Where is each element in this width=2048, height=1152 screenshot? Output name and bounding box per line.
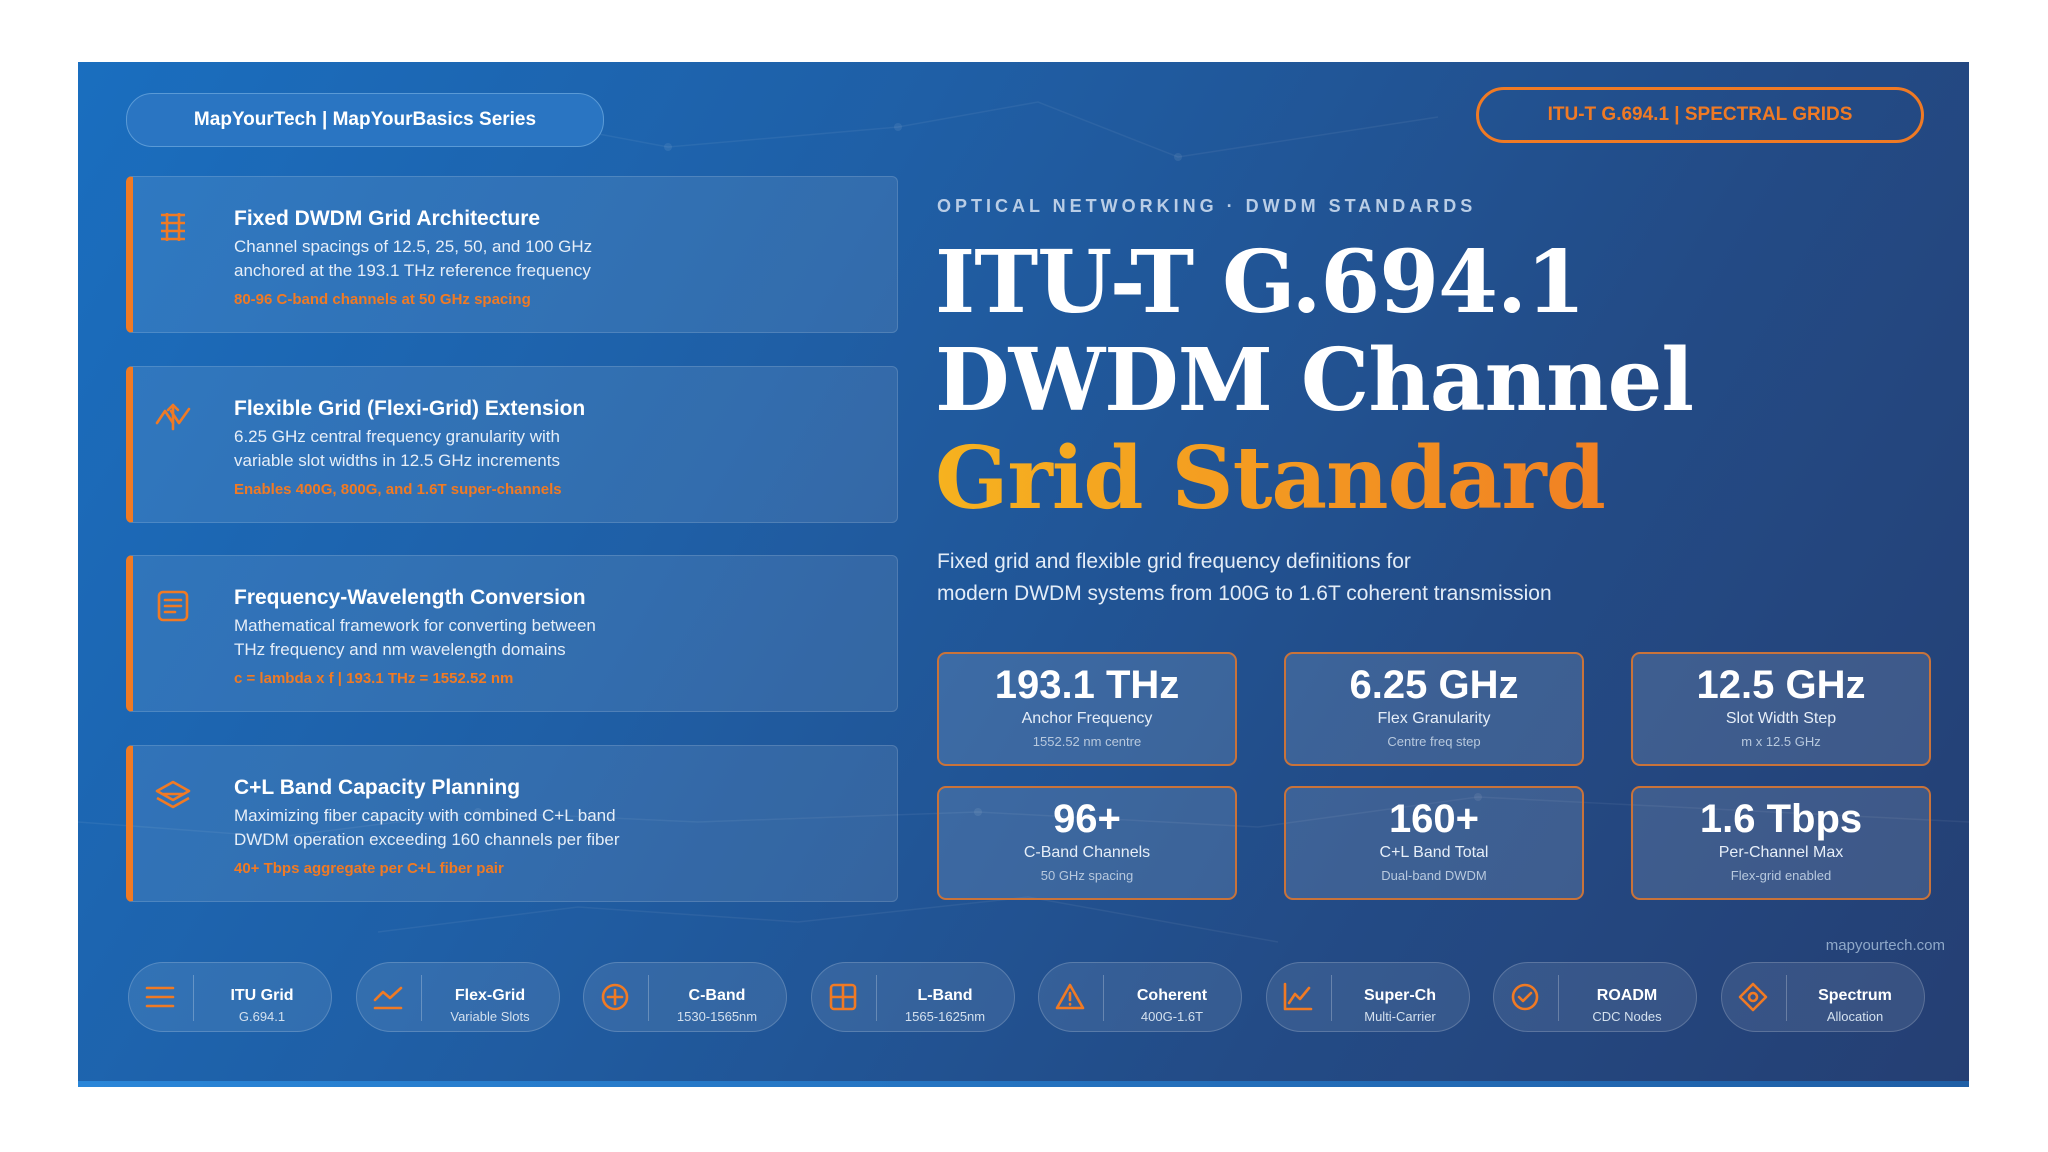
slide-canvas: MapYourTech | MapYourBasics Series ITU-T…: [78, 62, 1969, 1087]
chip-coherent: Coherent 400G-1.6T: [1038, 962, 1242, 1032]
square-grid-icon: [829, 983, 857, 1011]
chip-subtitle: Allocation: [1826, 1009, 1884, 1024]
card-description: Maximizing fiber capacity with combined …: [234, 806, 620, 849]
chip-title: C-Band: [688, 987, 746, 1004]
grid-icon: [161, 213, 185, 241]
stat-label: C+L Band Total: [1379, 844, 1489, 861]
diamond-icon: [1738, 982, 1768, 1012]
trend-chart-icon: [1283, 982, 1313, 1011]
card-title: C+L Band Capacity Planning: [234, 776, 521, 799]
layers-icon: [155, 780, 191, 809]
stat-sublabel: Centre freq step: [1387, 734, 1481, 749]
stat-sublabel: m x 12.5 GHz: [1741, 734, 1821, 749]
card-title: Frequency-Wavelength Conversion: [234, 586, 586, 609]
stat-slot-width-step: 12.5 GHz Slot Width Step m x 12.5 GHz: [1631, 652, 1931, 766]
stat-label: C-Band Channels: [1023, 844, 1151, 861]
chip-flex-grid: Flex-Grid Variable Slots: [356, 962, 560, 1032]
website-credit: mapyourtech.com: [1825, 937, 1945, 954]
chip-subtitle: CDC Nodes: [1592, 1009, 1662, 1024]
chip-subtitle: 400G-1.6T: [1140, 1009, 1204, 1024]
stat-sublabel: 50 GHz spacing: [1040, 868, 1134, 883]
card-highlight: 80-96 C-band channels at 50 GHz spacing: [234, 291, 531, 308]
chip-title: ROADM: [1596, 987, 1658, 1004]
card-description: Mathematical framework for converting be…: [234, 616, 596, 659]
stat-label: Slot Width Step: [1725, 710, 1837, 727]
card-title: Flexible Grid (Flexi-Grid) Extension: [234, 397, 586, 420]
stat-value: 96+: [1053, 797, 1121, 841]
card-highlight: c = lambda x f | 193.1 THz = 1552.52 nm: [234, 670, 514, 687]
card-description: Channel spacings of 12.5, 25, 50, and 10…: [234, 237, 593, 280]
stat-cl-band-total: 160+ C+L Band Total Dual-band DWDM: [1284, 786, 1584, 900]
stat-sublabel: Dual-band DWDM: [1381, 868, 1487, 883]
menu-lines-icon: [145, 986, 175, 1008]
stat-flex-granularity: 6.25 GHz Flex Granularity Centre freq st…: [1284, 652, 1584, 766]
chip-roadm: ROADM CDC Nodes: [1493, 962, 1697, 1032]
card-highlight: Enables 400G, 800G, and 1.6T super-chann…: [234, 481, 562, 498]
stat-value: 193.1 THz: [994, 663, 1180, 707]
chip-title: Coherent: [1136, 987, 1208, 1004]
chip-spectrum: Spectrum Allocation: [1721, 962, 1925, 1032]
feature-card-flexi-grid: Flexible Grid (Flexi-Grid) Extension 6.2…: [126, 366, 898, 523]
chip-title: L-Band: [917, 987, 973, 1004]
card-title: Fixed DWDM Grid Architecture: [234, 207, 541, 230]
stat-sublabel: 1552.52 nm centre: [1032, 734, 1142, 749]
title-line-1: ITU-T G.694.1: [935, 232, 1586, 333]
stat-value: 12.5 GHz: [1696, 663, 1866, 707]
feature-card-conversion: Frequency-Wavelength Conversion Mathemat…: [126, 555, 898, 712]
title-line-2: DWDM Channel: [935, 330, 1694, 431]
standard-tag-pill: ITU-T G.694.1 | SPECTRAL GRIDS: [1476, 87, 1924, 143]
stat-anchor-frequency: 193.1 THz Anchor Frequency 1552.52 nm ce…: [937, 652, 1237, 766]
card-description: 6.25 GHz central frequency granularity w…: [234, 427, 560, 470]
chip-title: Flex-Grid: [454, 987, 526, 1004]
stat-label: Flex Granularity: [1377, 710, 1491, 727]
document-icon: [157, 590, 189, 622]
feature-card-capacity: C+L Band Capacity Planning Maximizing fi…: [126, 745, 898, 902]
subtitle: Fixed grid and flexible grid frequency d…: [937, 550, 1552, 605]
chip-subtitle: 1530-1565nm: [676, 1009, 758, 1024]
chip-subtitle: G.694.1: [238, 1009, 286, 1024]
chip-super-channel: Super-Ch Multi-Carrier: [1266, 962, 1470, 1032]
series-brand-pill: MapYourTech | MapYourBasics Series: [126, 93, 604, 147]
flex-arrows-icon: [155, 403, 191, 431]
chip-c-band: C-Band 1530-1565nm: [583, 962, 787, 1032]
stat-value: 160+: [1388, 797, 1480, 841]
stat-sublabel: Flex-grid enabled: [1730, 868, 1832, 883]
chip-subtitle: 1565-1625nm: [904, 1009, 986, 1024]
chip-title: ITU Grid: [230, 987, 294, 1004]
check-circle-icon: [1511, 983, 1539, 1011]
stat-per-channel-max: 1.6 Tbps Per-Channel Max Flex-grid enabl…: [1631, 786, 1931, 900]
stat-label: Per-Channel Max: [1718, 844, 1844, 861]
chip-subtitle: Multi-Carrier: [1364, 1009, 1436, 1024]
stat-value: 1.6 Tbps: [1699, 797, 1863, 841]
stat-c-band-channels: 96+ C-Band Channels 50 GHz spacing: [937, 786, 1237, 900]
plus-circle-icon: [601, 983, 629, 1011]
title-line-3: Grid Standard: [935, 430, 1693, 528]
warning-triangle-icon: [1055, 983, 1085, 1010]
stat-value: 6.25 GHz: [1349, 663, 1519, 707]
chip-l-band: L-Band 1565-1625nm: [811, 962, 1015, 1032]
chip-title: Spectrum: [1818, 987, 1892, 1004]
chip-title: Super-Ch: [1364, 987, 1436, 1004]
page-title: ITU-T G.694.1 DWDM Channel Grid Standard: [935, 232, 1694, 528]
stat-label: Anchor Frequency: [1021, 710, 1153, 727]
feature-card-fixed-grid: Fixed DWDM Grid Architecture Channel spa…: [126, 176, 898, 333]
chip-itu-grid: ITU Grid G.694.1: [128, 962, 332, 1032]
card-highlight: 40+ Tbps aggregate per C+L fiber pair: [234, 860, 504, 877]
line-chart-icon: [373, 986, 403, 1010]
eyebrow-label: OPTICAL NETWORKING · DWDM STANDARDS: [937, 196, 1477, 216]
chip-subtitle: Variable Slots: [450, 1009, 530, 1024]
